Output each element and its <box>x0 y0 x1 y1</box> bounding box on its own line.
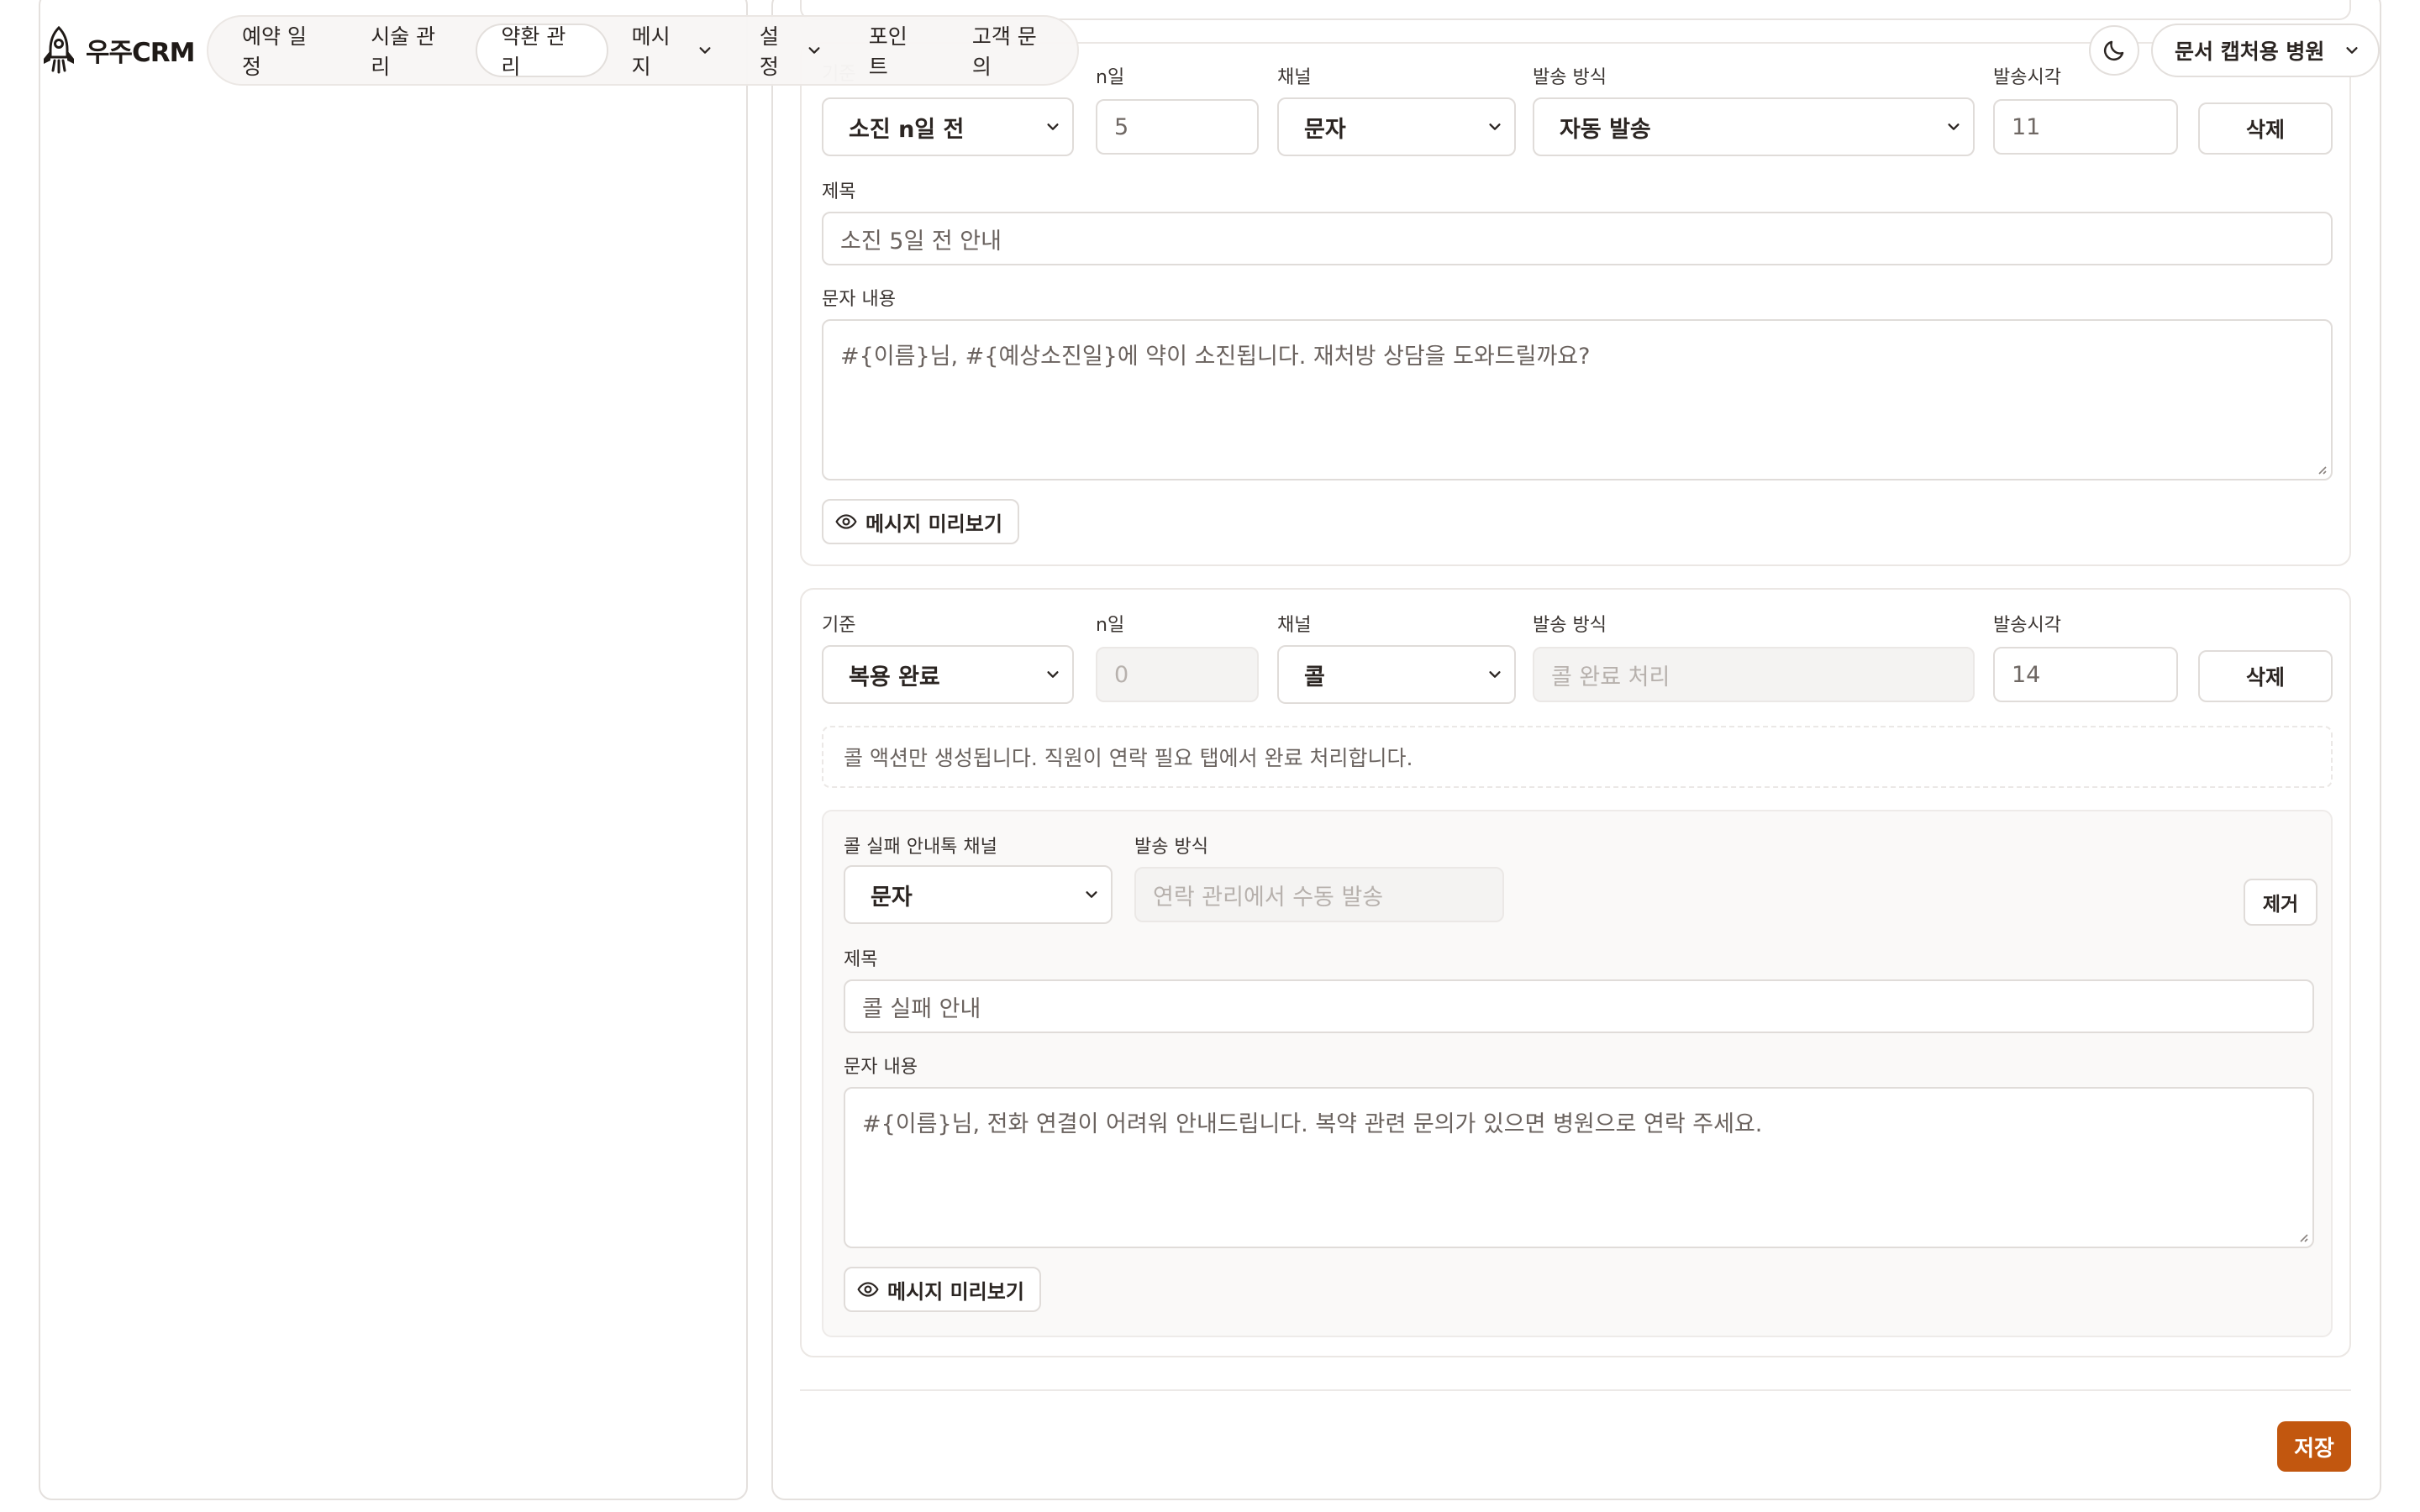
method-select[interactable]: 자동 발송 <box>1533 97 1975 156</box>
logo-text: 우주CRM <box>86 37 196 68</box>
nday-input-value: 5 <box>1114 113 1129 140</box>
fallback-body-textarea[interactable]: #{이름}님, 전화 연결이 어려워 안내드립니다. 복약 관련 문의가 있으면… <box>844 1087 2314 1248</box>
channel-select-value: 콜 <box>1304 664 1325 690</box>
body-textarea-value: #{이름}님, #{예상소진일}에 약이 소진됩니다. 재처방 상담을 도와드릴… <box>840 344 1591 370</box>
theme-toggle-button[interactable] <box>2089 25 2139 76</box>
app-logo[interactable]: 우주CRM <box>40 25 196 74</box>
method-input: 콜 완료 처리 <box>1533 647 1975 702</box>
nav-item-label: 시술 관리 <box>371 24 436 79</box>
nday-label: n일 <box>1096 615 1125 636</box>
send-time-input[interactable]: 14 <box>1993 647 2178 702</box>
fallback-subject-input[interactable]: 콜 실패 안내 <box>844 979 2314 1033</box>
nav-item-label: 포인트 <box>868 24 908 79</box>
nav-item-treatments[interactable]: 시술 관리 <box>347 24 476 79</box>
fallback-channel-value: 문자 <box>871 884 913 911</box>
chevron-down-icon <box>1948 123 1960 130</box>
send-time-label: 발송시각 <box>1993 615 2061 636</box>
resize-grip-icon[interactable] <box>2297 1231 2309 1243</box>
chevron-down-icon <box>1047 671 1059 678</box>
nday-input: 0 <box>1096 647 1259 702</box>
rule-card-2: 기준 n일 채널 발송 방식 발송시각 복용 완료 0 콜 콜 완료 처리 14… <box>800 588 2351 1357</box>
chevron-down-icon <box>1086 891 1097 898</box>
basis-select[interactable]: 복용 완료 <box>822 645 1074 704</box>
nav-item-label: 약환 관리 <box>501 24 566 79</box>
call-action-note-text: 콜 액션만 생성됩니다. 직원이 연락 필요 탭에서 완료 처리합니다. <box>844 746 1413 770</box>
message-preview-button[interactable]: 메시지 미리보기 <box>844 1267 1041 1312</box>
nday-label: n일 <box>1096 67 1125 88</box>
nav-item-points[interactable]: 포인트 <box>845 24 949 79</box>
method-input-placeholder: 콜 완료 처리 <box>1551 664 1670 690</box>
nav-item-reservations[interactable]: 예약 일정 <box>218 24 347 79</box>
body-label: 문자 내용 <box>822 289 896 310</box>
channel-select[interactable]: 문자 <box>1277 97 1516 156</box>
chevron-down-icon <box>699 47 711 54</box>
send-time-input-value: 14 <box>2012 661 2041 688</box>
nav-item-medication[interactable]: 약환 관리 <box>476 24 608 79</box>
method-select-value: 자동 발송 <box>1560 116 1651 143</box>
subject-input-value: 소진 5일 전 안내 <box>840 228 1002 255</box>
basis-label: 기준 <box>822 615 856 636</box>
chevron-down-icon <box>1047 123 1059 130</box>
call-fail-fallback-card: 콜 실패 안내톡 채널 발송 방식 문자 연락 관리에서 수동 발송 제거 제목… <box>822 810 2333 1337</box>
moon-icon <box>2103 40 2124 61</box>
hospital-name: 문서 캡처용 병원 <box>2175 39 2325 64</box>
fallback-subject-value: 콜 실패 안내 <box>862 995 981 1022</box>
rocket-icon <box>44 25 74 74</box>
eye-icon <box>857 1282 879 1297</box>
delete-rule-button[interactable]: 삭제 <box>2198 102 2333 155</box>
nav-item-messages[interactable]: 메시지 <box>608 24 736 79</box>
delete-rule-button[interactable]: 삭제 <box>2198 650 2333 702</box>
message-preview-button[interactable]: 메시지 미리보기 <box>822 499 1019 544</box>
nday-input-placeholder: 0 <box>1114 661 1129 688</box>
channel-label: 채널 <box>1277 67 1312 88</box>
left-panel <box>39 0 748 1500</box>
chevron-down-icon <box>1489 123 1501 130</box>
hospital-selector[interactable]: 문서 캡처용 병원 <box>2151 24 2380 77</box>
basis-select-value: 소진 n일 전 <box>849 116 965 143</box>
method-label: 발송 방식 <box>1533 67 1607 88</box>
message-preview-label: 메시지 미리보기 <box>887 1279 1024 1304</box>
subject-input[interactable]: 소진 5일 전 안내 <box>822 212 2333 265</box>
call-action-note: 콜 액션만 생성됩니다. 직원이 연락 필요 탭에서 완료 처리합니다. <box>822 726 2333 788</box>
nav-item-label: 설정 <box>759 24 779 79</box>
nav-item-label: 메시지 <box>631 24 671 79</box>
fallback-body-value: #{이름}님, 전화 연결이 어려워 안내드립니다. 복약 관련 문의가 있으면… <box>862 1111 1763 1137</box>
nav-item-settings[interactable]: 설정 <box>736 24 845 79</box>
fallback-channel-select[interactable]: 문자 <box>844 865 1113 924</box>
channel-select[interactable]: 콜 <box>1277 645 1516 704</box>
fallback-method-placeholder: 연락 관리에서 수동 발송 <box>1153 884 1384 911</box>
nday-input[interactable]: 5 <box>1096 99 1259 155</box>
channel-select-value: 문자 <box>1304 116 1346 143</box>
save-button[interactable]: 저장 <box>2277 1421 2351 1472</box>
main-nav: 예약 일정 시술 관리 약환 관리 메시지 설정 포인트 고객 문의 <box>207 15 1079 86</box>
resize-grip-icon[interactable] <box>2316 464 2328 475</box>
basis-select[interactable]: 소진 n일 전 <box>822 97 1074 156</box>
eye-icon <box>835 514 857 529</box>
fallback-method-input: 연락 관리에서 수동 발송 <box>1134 867 1504 922</box>
fallback-method-label: 발송 방식 <box>1134 837 1208 858</box>
remove-fallback-button[interactable]: 제거 <box>2244 879 2317 926</box>
rule-card-1: 기준 n일 채널 발송 방식 발송시각 소진 n일 전 5 문자 자동 발송 1… <box>800 42 2351 566</box>
method-label: 발송 방식 <box>1533 615 1607 636</box>
nav-item-label: 고객 문의 <box>971 24 1037 79</box>
send-time-input-value: 11 <box>2012 113 2041 140</box>
channel-label: 채널 <box>1277 615 1312 636</box>
chevron-down-icon <box>1489 671 1501 678</box>
nav-item-label: 예약 일정 <box>242 24 307 79</box>
chevron-down-icon <box>2346 47 2358 54</box>
fallback-body-label: 문자 내용 <box>844 1057 918 1078</box>
message-preview-label: 메시지 미리보기 <box>865 512 1002 536</box>
basis-select-value: 복용 완료 <box>849 664 940 690</box>
subject-label: 제목 <box>822 181 856 202</box>
send-time-label: 발송시각 <box>1993 67 2061 88</box>
body-textarea[interactable]: #{이름}님, #{예상소진일}에 약이 소진됩니다. 재처방 상담을 도와드릴… <box>822 319 2333 480</box>
footer-divider <box>800 1389 2351 1391</box>
fallback-subject-label: 제목 <box>844 949 878 970</box>
nav-item-inquiries[interactable]: 고객 문의 <box>949 24 1077 79</box>
chevron-down-icon <box>808 47 820 54</box>
send-time-input[interactable]: 11 <box>1993 99 2178 155</box>
fallback-channel-label: 콜 실패 안내톡 채널 <box>844 837 997 858</box>
